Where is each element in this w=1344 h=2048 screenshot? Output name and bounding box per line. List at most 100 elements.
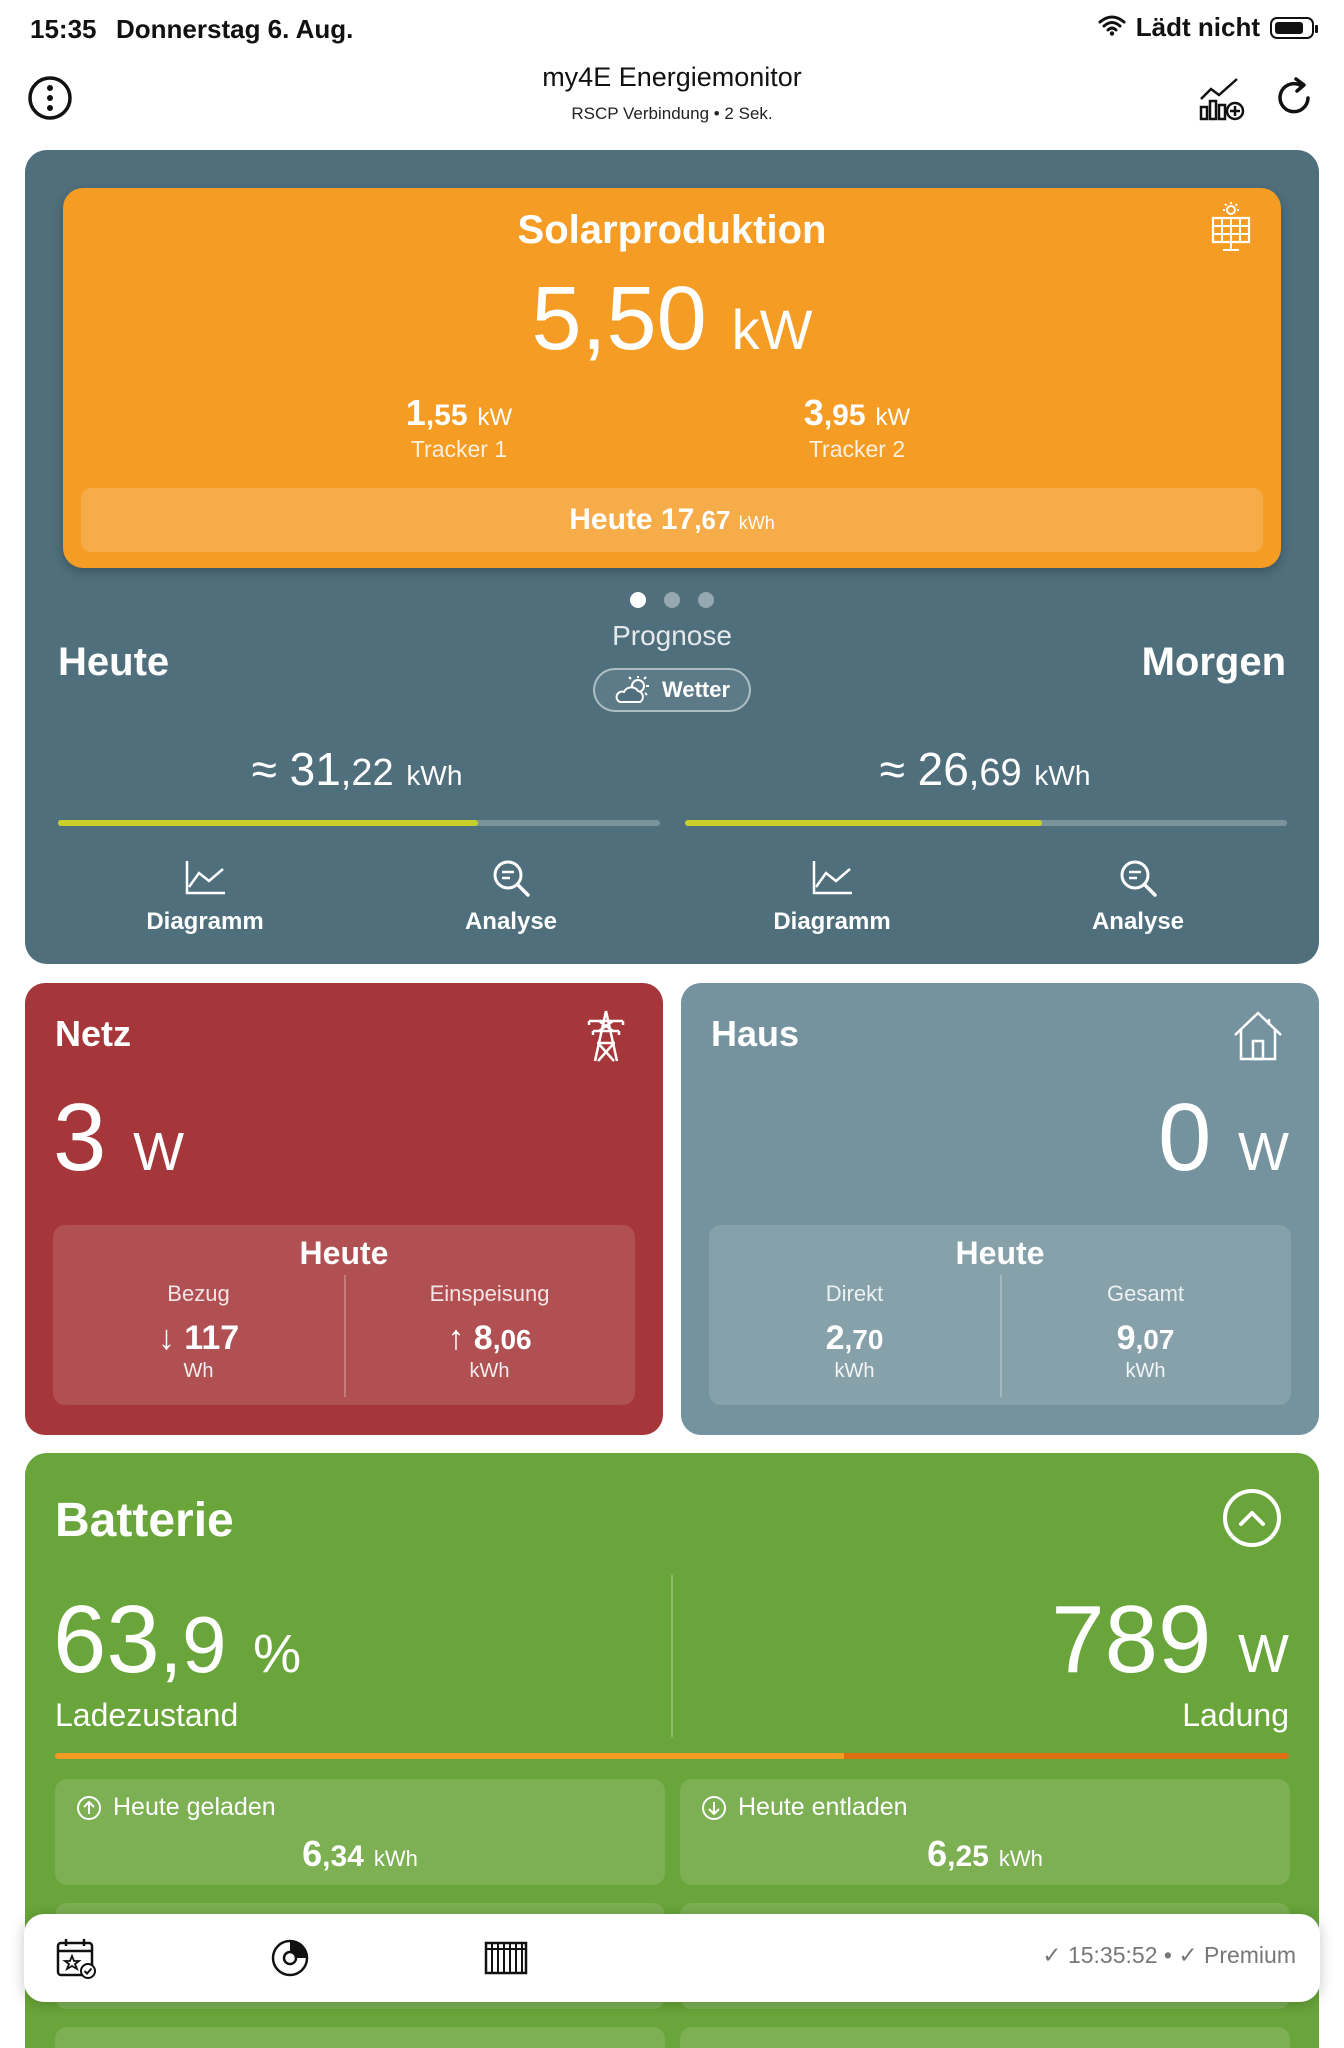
grid-title: Netz: [55, 1013, 132, 1054]
battery-soc-unit: %: [253, 1624, 302, 1684]
discharged-today-label: Heute entladen: [738, 1793, 908, 1821]
magnifier-icon: [493, 860, 530, 897]
battery-soc-label: Ladezustand: [55, 1697, 239, 1733]
tracker1-dec: ,55: [425, 399, 468, 432]
house-total-dec: ,07: [1135, 1324, 1175, 1355]
house-today-box: Heute Direkt 2,70 kWh Gesamt 9,07 kWh: [709, 1225, 1291, 1405]
house-direct-int: 2: [825, 1319, 845, 1357]
tomorrow-analysis-label: Analyse: [1091, 908, 1185, 935]
house-direct-label: Direkt: [825, 1281, 884, 1306]
line-chart-icon: [185, 861, 225, 895]
tracker2-label: Tracker 2: [808, 436, 906, 462]
forecast-tomorrow-value: ≈ 26,69 kWh: [685, 742, 1285, 796]
grid-export-dec: ,06: [492, 1324, 532, 1355]
solar-today-label: Heute 17: [569, 503, 695, 536]
house-total-int: 9: [1116, 1319, 1136, 1357]
house-total-unit: kWh: [1125, 1360, 1166, 1382]
page-indicator[interactable]: [25, 592, 1319, 608]
forecast-label: Prognose: [612, 620, 732, 651]
battery-soc: 63,9 %: [53, 1585, 301, 1695]
forecast-tomorrow-dec: ,69: [968, 752, 1022, 794]
house-power: 0 W: [1158, 1083, 1289, 1193]
page-dot[interactable]: [630, 592, 646, 608]
house-power-unit: W: [1238, 1122, 1289, 1182]
magnifier-icon: [1120, 860, 1157, 897]
line-chart-icon: [812, 861, 852, 895]
charged-today-dec: ,34: [322, 1840, 364, 1873]
refresh-button[interactable]: [1268, 72, 1320, 124]
battery-power: 789 W: [1051, 1585, 1289, 1695]
arrow-up-circle-icon: [77, 1795, 101, 1820]
grid-export-label: Einspeisung: [429, 1281, 550, 1306]
solar-power-unit: kW: [731, 298, 813, 361]
weather-button[interactable]: Wetter: [593, 668, 751, 712]
house-direct-unit: kWh: [834, 1360, 875, 1382]
tracker-2: 3,95 kW Tracker 2: [707, 392, 1007, 463]
tracker2-dec: ,95: [823, 399, 866, 432]
grid-export-unit: kWh: [469, 1360, 510, 1382]
house-total: Gesamt 9,07 kWh: [1000, 1281, 1291, 1383]
today-diagram-button[interactable]: Diagramm: [105, 856, 305, 936]
grid-card[interactable]: Netz 3 W Heute Bezug ↓ 117 Wh Einspeisun…: [25, 983, 663, 1435]
tomorrow-diagram-label: Diagramm: [773, 908, 891, 935]
forecast-tomorrow-progress: [685, 820, 1287, 826]
battery-power-unit: W: [1238, 1624, 1289, 1684]
grid-export-int: ↑ 8: [447, 1319, 493, 1357]
tracker1-int: 1: [405, 392, 426, 433]
solar-title: Solarproduktion: [517, 208, 827, 252]
house-card[interactable]: Haus 0 W Heute Direkt 2,70 kWh Gesamt 9,…: [681, 983, 1319, 1435]
forecast-today-dec: ,22: [340, 752, 394, 794]
forecast-today-progress: [58, 820, 660, 826]
calendar-button[interactable]: [52, 1934, 100, 1982]
tracker2-unit: kW: [875, 404, 911, 431]
house-today-label: Heute: [955, 1235, 1045, 1271]
tomorrow-analysis-button[interactable]: Analyse: [1038, 856, 1238, 936]
solar-section: Solarproduktion 5,50 kW 1,55 kW Tracker …: [25, 150, 1319, 964]
page-dot[interactable]: [664, 592, 680, 608]
battery-soc-bar-fill: [55, 1753, 844, 1759]
power-tower-icon: [583, 1009, 629, 1068]
chart-add-icon: [1199, 78, 1245, 121]
status-bar: 15:35 Donnerstag 6. Aug. Lädt nicht: [0, 0, 1344, 58]
charged-today: Heute geladen 6,34 kWh: [55, 1779, 665, 1885]
modules-button[interactable]: [482, 1934, 530, 1982]
solar-power: 5,50 kW: [63, 268, 1281, 371]
forecast-today-unit: kWh: [406, 760, 463, 791]
house-power-value: 0: [1157, 1084, 1212, 1191]
status-time: 15:35: [30, 14, 97, 44]
solar-panel-icon: [1209, 202, 1253, 257]
house-icon: [1231, 1009, 1285, 1068]
bottom-toolbar: ✓ 15:35:52 • ✓ Premium: [24, 1914, 1320, 2002]
tracker1-label: Tracker 1: [410, 436, 508, 462]
solar-card[interactable]: Solarproduktion 5,50 kW 1,55 kW Tracker …: [63, 188, 1281, 568]
today-analysis-button[interactable]: Analyse: [411, 856, 611, 936]
grid-power-value: 3: [53, 1084, 107, 1191]
wifi-icon: [1098, 12, 1126, 43]
collapse-button[interactable]: [1223, 1489, 1281, 1547]
sync-status: ✓ 15:35:52 • ✓ Premium: [1042, 1942, 1296, 1968]
tomorrow-diagram-button[interactable]: Diagramm: [732, 856, 932, 936]
chevron-up-icon: [1239, 1511, 1265, 1526]
forecast-tomorrow-unit: kWh: [1034, 760, 1091, 791]
house-direct-dec: ,70: [844, 1324, 884, 1355]
forecast-today-int: ≈ 31: [251, 743, 341, 795]
discharged-today-dec: ,25: [947, 1840, 989, 1873]
forecast-today-value: ≈ 31,22 kWh: [57, 742, 657, 796]
house-title: Haus: [711, 1013, 800, 1054]
tracker2-int: 3: [803, 392, 824, 433]
page-dot[interactable]: [698, 592, 714, 608]
status-right: Lädt nicht: [1098, 12, 1318, 43]
discharged-today: Heute entladen 6,25 kWh: [680, 1779, 1290, 1885]
forecast-tomorrow-progress-fill: [685, 820, 1042, 826]
charged-today-unit: kWh: [373, 1846, 418, 1871]
grid-today-box: Heute Bezug ↓ 117 Wh Einspeisung ↑ 8,06 …: [53, 1225, 635, 1405]
tracker-1: 1,55 kW Tracker 1: [309, 392, 609, 463]
statistics-button[interactable]: [266, 1934, 314, 1982]
grid-today-label: Heute: [299, 1235, 389, 1271]
today-analysis-label: Analyse: [464, 908, 558, 935]
battery-soc-int: 63: [53, 1586, 160, 1693]
battery-soc-dec: ,9: [159, 1600, 227, 1689]
add-chart-button[interactable]: [1196, 72, 1248, 124]
battery-power-label: Ladung: [1182, 1697, 1289, 1733]
discharged-today-unit: kWh: [998, 1846, 1043, 1871]
